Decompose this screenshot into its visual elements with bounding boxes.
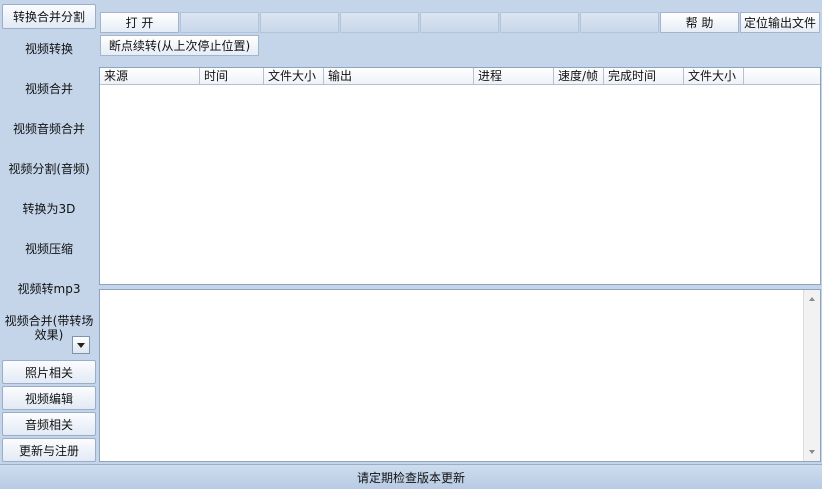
toolbar-disabled-button-5 [500,12,579,33]
toolbar-disabled-button-3 [340,12,419,33]
toolbar-disabled-button-2 [260,12,339,33]
status-bar: 请定期检查版本更新 [0,464,822,489]
column-header-progress[interactable]: 进程 [474,68,554,85]
sidebar: 转换合并分割 视频转换 视频合并 视频音频合并 视频分割(音频) 转换为3D 视… [0,0,98,464]
toolbar-disabled-button-4 [420,12,499,33]
column-header-output[interactable]: 输出 [324,68,474,85]
column-header-file-size[interactable]: 文件大小 [264,68,324,85]
column-header-source[interactable]: 来源 [100,68,200,85]
resume-conversion-button[interactable]: 断点续转(从上次停止位置) [100,35,259,56]
scroll-down-icon[interactable] [809,450,815,454]
help-button[interactable]: 帮 助 [660,12,739,33]
table-header: 来源 时间 文件大小 输出 进程 速度/帧 完成时间 文件大小 [100,68,820,85]
sidebar-item-video-split-audio[interactable]: 视频分割(音频) [0,150,98,186]
sidebar-button-convert-merge-split[interactable]: 转换合并分割 [2,4,96,29]
expand-dropdown-button[interactable] [72,336,90,354]
column-header-time[interactable]: 时间 [200,68,264,85]
toolbar-disabled-button-6 [580,12,659,33]
sidebar-button-video-edit[interactable]: 视频编辑 [2,386,96,410]
sidebar-button-update-register[interactable]: 更新与注册 [2,438,96,462]
sidebar-button-photo[interactable]: 照片相关 [2,360,96,384]
column-header-finish-time[interactable]: 完成时间 [604,68,684,85]
sidebar-item-label-line1: 视频合并(带转场 [4,314,94,328]
sidebar-item-video-convert[interactable]: 视频转换 [0,30,98,66]
status-message: 请定期检查版本更新 [356,470,465,485]
log-textarea[interactable] [99,289,821,462]
locate-output-button[interactable]: 定位输出文件 [740,12,820,33]
chevron-down-icon [77,342,85,348]
column-header-speed-frame[interactable]: 速度/帧 [554,68,604,85]
scroll-up-icon[interactable] [809,297,815,301]
sidebar-item-video-audio-merge[interactable]: 视频音频合并 [0,110,98,146]
sidebar-item-video-compress[interactable]: 视频压缩 [0,230,98,266]
column-header-output-file-size[interactable]: 文件大小 [684,68,744,85]
sidebar-button-audio[interactable]: 音频相关 [2,412,96,436]
sidebar-item-convert-3d[interactable]: 转换为3D [0,190,98,226]
log-scrollbar[interactable] [803,290,820,461]
file-table[interactable]: 来源 时间 文件大小 输出 进程 速度/帧 完成时间 文件大小 [99,67,821,285]
sidebar-item-video-merge[interactable]: 视频合并 [0,70,98,106]
sidebar-item-video-to-mp3[interactable]: 视频转mp3 [0,270,98,306]
open-button[interactable]: 打 开 [100,12,179,33]
toolbar-disabled-button-1 [180,12,259,33]
